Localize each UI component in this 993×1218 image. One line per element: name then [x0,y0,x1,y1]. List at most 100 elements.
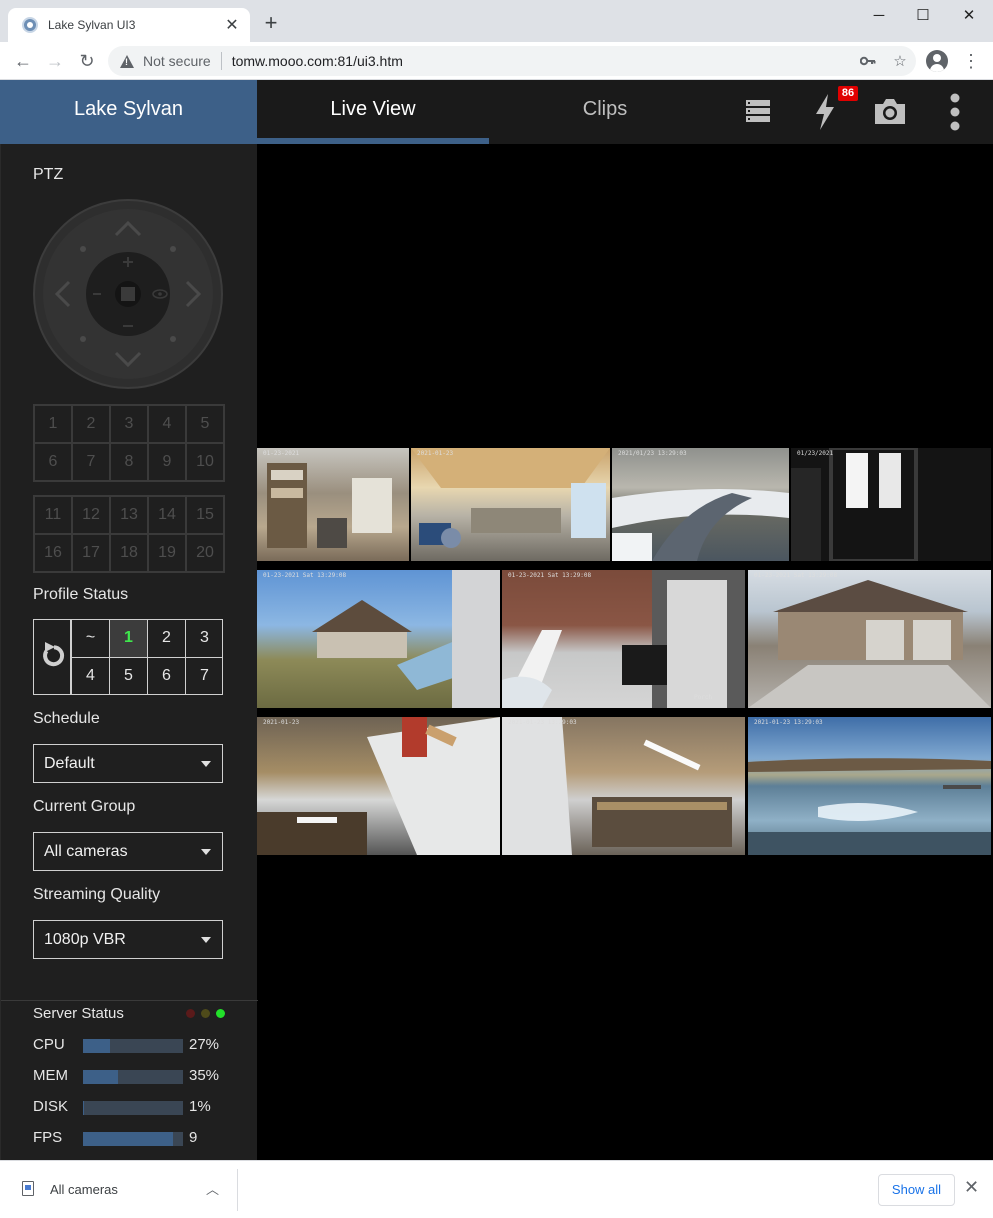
camera-tile[interactable]: 01/23/2021 [791,448,991,561]
camera-timestamp: 01/23/2021 [797,450,834,457]
profile-button[interactable]: 7 [185,657,223,694]
stat-value: 1% [189,1098,211,1115]
stat-bar [83,1101,183,1115]
ptz-preset-button[interactable]: 7 [72,443,110,481]
camera-timestamp: 2021-01-23 13:29:03 [754,719,823,726]
stat-bar-fill [83,1132,173,1146]
maximize-icon[interactable]: ☐ [900,6,946,26]
camera-timestamp: 01-23-2021 Sat 13:29:08 [754,572,838,579]
ptz-preset-button[interactable]: 4 [148,405,186,443]
ptz-preset-button[interactable]: 10 [186,443,224,481]
browser-tab[interactable]: Lake Sylvan UI3 ✕ [8,8,250,42]
tab-live-view[interactable]: Live View [257,80,489,144]
ptz-preset-button[interactable]: 13 [110,496,148,534]
profile-button[interactable]: 1 [109,620,147,657]
close-icon[interactable]: ✕ [224,15,240,35]
camera-tile[interactable]: 01-23-2021 Sat 13:29:08 Porch [502,570,745,708]
profile-button[interactable]: 4 [71,657,109,694]
schedule-label: Schedule [33,710,100,727]
browser-menu-icon[interactable]: ⋮ [962,50,980,72]
camera-timestamp: 2021/01/23 13:29:03 [618,450,687,457]
ptz-preset-button[interactable]: 14 [148,496,186,534]
streaming-quality-dropdown[interactable]: 1080p VBR [33,920,223,959]
server-name[interactable]: Lake Sylvan [0,80,257,144]
security-label[interactable]: Not secure [143,53,211,69]
current-group-value: All cameras [44,843,128,860]
tab-title: Lake Sylvan UI3 [48,18,136,32]
minimize-icon[interactable]: ─ [856,6,902,26]
star-icon[interactable]: ☆ [884,52,916,70]
ptz-preset-button[interactable]: 17 [72,534,110,572]
caret-down-icon [201,761,211,767]
camera-snapshot-icon[interactable] [870,92,910,132]
ptz-preset-button[interactable]: 18 [110,534,148,572]
profile-selector: ~1 2 3 4 5 6 7 [33,619,223,695]
omnibox-divider [220,52,222,70]
download-bar: All cameras ︿ Show all ✕ [0,1160,993,1218]
camera-tile[interactable]: 01-23-2021 Sat 13:29:08 [257,570,500,708]
ptz-preset-button[interactable]: 11 [34,496,72,534]
ptz-preset-button[interactable]: 16 [34,534,72,572]
current-group-dropdown[interactable]: All cameras [33,832,223,871]
more-menu-icon[interactable] [935,92,975,132]
ptz-preset-button[interactable]: 20 [186,534,224,572]
camera-tile[interactable]: 01-23-2021 [257,448,409,561]
profile-avatar-icon[interactable] [926,50,948,72]
divider [1,1000,258,1001]
profile-button[interactable]: 2 [147,620,185,657]
back-arrow-icon[interactable]: ← [12,50,34,72]
forward-arrow-icon[interactable]: → [44,50,66,72]
camera-timestamp: 01-23-2021 [263,450,300,457]
ptz-preset-button[interactable]: 1 [34,405,72,443]
profile-reset-button[interactable] [34,620,71,694]
profile-status-label: Profile Status [33,586,129,603]
url-text[interactable]: tomw.mooo.com:81/ui3.htm [232,53,852,69]
camera-timestamp: 01-23-2021 Sat 13:29:08 [508,572,592,579]
ptz-preset-button[interactable]: 8 [110,443,148,481]
profile-button[interactable]: 3 [185,620,223,657]
chevron-up-icon[interactable]: ︿ [206,1179,219,1198]
stat-label: FPS [33,1129,63,1146]
ptz-joystick[interactable] [33,199,223,389]
tab-clips[interactable]: Clips [489,80,721,144]
ptz-preset-button[interactable]: 19 [148,534,186,572]
camera-tile[interactable]: 2021-01-23 [257,717,500,855]
camera-timestamp: 2021-01-23 [417,450,454,457]
schedule-dropdown[interactable]: Default [33,744,223,783]
stat-label: DISK [33,1098,69,1115]
ptz-preset-button[interactable]: 9 [148,443,186,481]
ptz-preset-button[interactable]: 15 [186,496,224,534]
address-bar[interactable]: Not secure tomw.mooo.com:81/ui3.htm ☆ [108,46,916,76]
profile-button[interactable]: 5 [109,657,147,694]
new-tab-plus-icon[interactable]: + [260,12,282,34]
stat-bar [83,1132,183,1146]
stat-value: 27% [189,1036,220,1053]
show-all-button[interactable]: Show all [878,1174,955,1206]
camera-tile[interactable]: 2021-01-23 [411,448,610,561]
status-light-red [186,1009,195,1018]
ptz-preset-button[interactable]: 2 [72,405,110,443]
camera-tile[interactable]: 01-23-2021 Sat 13:29:08 [748,570,991,708]
camera-tile[interactable]: 2021/01/23 13:29:03 [612,448,789,561]
profile-button[interactable]: ~ [71,620,109,657]
divider [237,1169,238,1211]
ptz-preset-button[interactable]: 12 [72,496,110,534]
server-list-icon[interactable] [738,92,778,132]
ptz-presets-11-20: 11 12 13 14 15 16 17 18 19 20 [33,495,225,573]
ptz-preset-button[interactable]: 3 [110,405,148,443]
app-root: Lake Sylvan Live View Clips 86 PTZ 1 2 3… [0,80,993,1160]
close-icon[interactable]: ✕ [964,1177,979,1198]
key-icon[interactable] [852,53,884,70]
ptz-preset-button[interactable]: 5 [186,405,224,443]
reload-icon[interactable]: ↻ [76,50,98,72]
stat-label: MEM [33,1067,68,1084]
camera-tile[interactable]: 2021-01-23 13:29:03 [502,717,745,855]
stat-value: 9 [189,1129,198,1146]
window-close-icon[interactable]: ✕ [946,6,992,26]
stat-value: 35% [189,1067,220,1084]
profile-button[interactable]: 6 [147,657,185,694]
camera-tile[interactable]: 2021-01-23 13:29:03 [748,717,991,855]
ptz-preset-button[interactable]: 6 [34,443,72,481]
alert-count-badge: 86 [838,86,858,101]
download-item[interactable]: All cameras [50,1182,118,1197]
